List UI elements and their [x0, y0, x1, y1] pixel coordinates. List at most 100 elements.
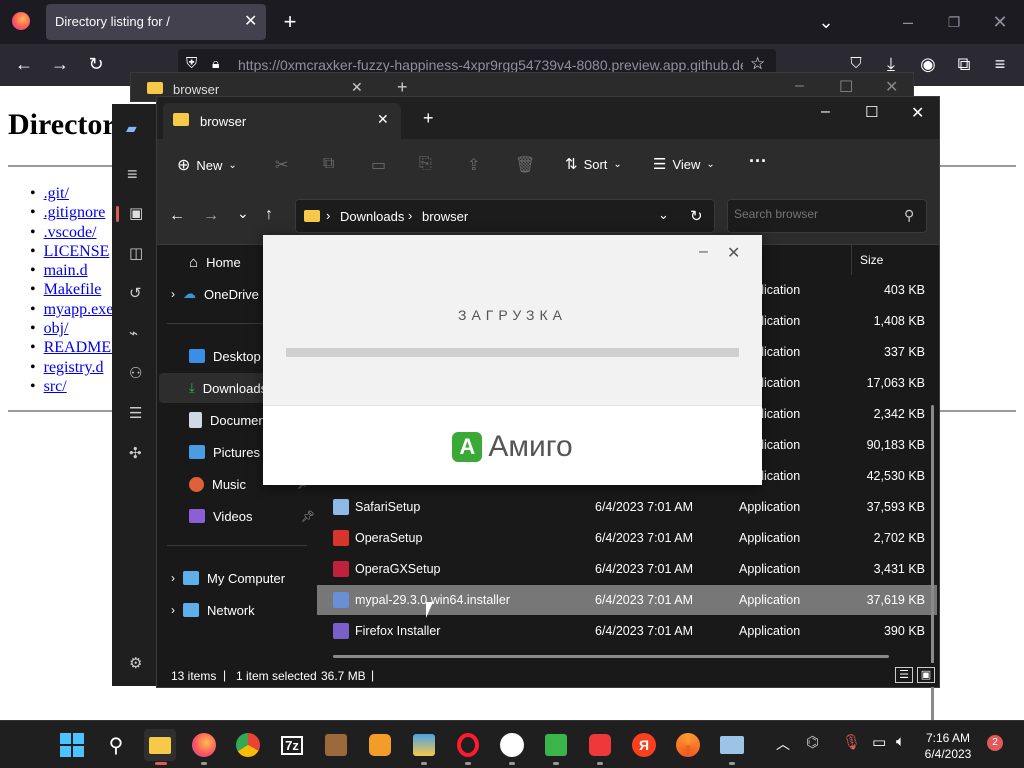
network-icon[interactable]: ▭	[872, 733, 886, 751]
bookmark-star-icon[interactable]: ☆	[750, 54, 765, 74]
volume-icon[interactable]: 🔈︎	[896, 733, 905, 750]
minimize-icon[interactable]: –	[699, 243, 708, 261]
paste-icon[interactable]: ▭	[371, 155, 386, 175]
activity-icon[interactable]: ◫	[129, 244, 143, 262]
yandex-browser-app-icon[interactable]: Я	[628, 729, 660, 761]
nav-item-network[interactable]: › Network	[171, 595, 315, 625]
close-tab-icon[interactable]: ✕	[377, 111, 389, 128]
tray-chevron-up-icon[interactable]: ︿	[776, 734, 790, 754]
breadcrumb-browser[interactable]: browser	[422, 209, 468, 224]
minimize-icon[interactable]: –	[795, 77, 804, 95]
yandex-app-icon[interactable]	[496, 729, 528, 761]
speed-icon[interactable]: ⌁	[129, 324, 138, 342]
maximize-icon[interactable]: ☐	[865, 103, 878, 121]
file-row[interactable]: OperaSetup 6/4/2023 7:01 AM Application 2,7…	[317, 523, 937, 553]
notification-badge[interactable]: 2	[987, 735, 1003, 751]
clock[interactable]: 7:16 AM 6/4/2023	[918, 730, 978, 762]
more-options-icon[interactable]: ···	[749, 151, 767, 172]
reload-icon[interactable]: ↻	[84, 52, 108, 76]
extensions-icon[interactable]: ✣	[129, 444, 142, 462]
rename-icon[interactable]: ⎘	[419, 155, 432, 173]
copy-icon[interactable]: ⧉	[323, 155, 334, 173]
account-icon[interactable]: ◉	[916, 52, 940, 76]
opera-app-icon[interactable]	[452, 729, 484, 761]
file-row[interactable]: Firefox Installer 6/4/2023 7:01 AM Applica…	[317, 616, 937, 646]
details-view-icon[interactable]: ☰	[895, 667, 913, 683]
nav-item-my-computer[interactable]: › My Computer	[171, 563, 315, 593]
forward-arrow-icon[interactable]: →	[203, 207, 219, 225]
forward-arrow-icon[interactable]: →	[48, 52, 72, 76]
extensions-icon[interactable]: ⧉	[952, 52, 976, 76]
directory-link[interactable]: myapp.exe	[44, 301, 114, 318]
directory-link[interactable]: Makefile	[44, 281, 102, 298]
minimize-icon[interactable]: –	[821, 103, 830, 121]
file-explorer-app-icon[interactable]	[144, 729, 176, 761]
maximize-icon[interactable]: ☐	[839, 77, 853, 97]
restore-icon[interactable]: ❐	[942, 10, 966, 34]
up-arrow-icon[interactable]: ↑	[265, 206, 273, 224]
menu-hamburger-icon[interactable]: ≡	[988, 52, 1012, 76]
expand-chevron-icon[interactable]: ›	[171, 571, 175, 585]
lock-icon[interactable]: 🔒︎	[212, 55, 219, 72]
cut-icon[interactable]: ✂	[275, 155, 288, 175]
directory-link[interactable]: LICENSE	[44, 243, 110, 260]
pin-icon[interactable]: 📌︎	[301, 510, 315, 523]
menu-icon[interactable]: ≡	[127, 164, 138, 185]
wifi-off-icon[interactable]: ⌬	[806, 733, 819, 751]
browser-tab[interactable]: Directory listing for / ✕	[46, 4, 266, 40]
directory-link[interactable]: obj/	[44, 320, 69, 337]
address-bar[interactable]: › Downloads › browser ⌄ ↻	[295, 199, 715, 233]
directory-link[interactable]: main.d	[44, 262, 88, 279]
close-window-icon[interactable]: ✕	[911, 103, 924, 123]
close-window-icon[interactable]: ✕	[988, 10, 1012, 34]
back-arrow-icon[interactable]: ←	[12, 52, 36, 76]
close-tab-icon[interactable]: ✕	[351, 79, 363, 96]
browser-app-icon[interactable]	[364, 729, 396, 761]
vivaldi-app-icon[interactable]	[584, 729, 616, 761]
tiles-view-icon[interactable]: ▣	[917, 667, 935, 683]
share-icon[interactable]: ⇪	[467, 155, 480, 175]
list-tabs-chevron-icon[interactable]: ⌄	[814, 10, 838, 34]
start-windows-icon[interactable]	[56, 729, 88, 761]
search-icon[interactable]: ⚲	[100, 729, 132, 761]
firefox-logo-icon[interactable]	[12, 12, 30, 30]
view-button[interactable]: ☰ View ⌄	[653, 155, 715, 173]
microphone-icon[interactable]: 🎙︎	[842, 733, 861, 751]
download-manager-app-icon[interactable]	[540, 729, 572, 761]
expand-chevron-icon[interactable]: ›	[171, 603, 175, 617]
chrome-app-icon[interactable]	[232, 729, 264, 761]
7zip-app-icon[interactable]: 7z	[276, 729, 308, 761]
column-header-size[interactable]: Size	[851, 245, 935, 275]
search-box[interactable]: ⚲	[727, 199, 927, 233]
breadcrumb-downloads[interactable]: Downloads	[340, 209, 404, 224]
file-row[interactable]: mypal-29.3.0.win64.installer 6/4/2023 7:0…	[317, 585, 937, 615]
directory-link[interactable]: .vscode/	[44, 224, 97, 241]
file-row[interactable]: SafariSetup 6/4/2023 7:01 AM Application 37…	[317, 492, 937, 522]
list-icon[interactable]: ☰	[129, 404, 142, 422]
close-icon[interactable]: ✕	[727, 243, 740, 263]
panel-icon[interactable]: ▣	[129, 204, 143, 222]
nav-item-videos[interactable]: Videos 📌︎	[171, 501, 315, 531]
file-row[interactable]: OperaGXSetup 6/4/2023 7:01 AM Application 3…	[317, 554, 937, 584]
photos-icon[interactable]: ▰	[126, 120, 137, 137]
history-icon[interactable]: ↺	[129, 284, 142, 302]
horizontal-scrollbar[interactable]	[333, 655, 889, 658]
expand-chevron-icon[interactable]: ›	[171, 287, 175, 301]
new-tab-icon[interactable]: +	[278, 10, 302, 34]
refresh-icon[interactable]: ↻	[690, 207, 703, 225]
directory-link[interactable]: src/	[44, 378, 67, 395]
edge-app-icon[interactable]	[672, 729, 704, 761]
users-icon[interactable]: ⚇	[129, 364, 142, 382]
minimize-icon[interactable]: –	[896, 10, 920, 34]
directory-link[interactable]: .gitignore	[44, 204, 106, 221]
search-input[interactable]	[734, 207, 894, 221]
explorer-tab[interactable]: browser ✕	[163, 103, 401, 139]
photos-app-icon[interactable]	[716, 729, 748, 761]
close-tab-icon[interactable]: ✕	[244, 11, 257, 31]
delete-icon[interactable]: 🗑︎	[515, 155, 535, 175]
directory-link[interactable]: .git/	[44, 185, 69, 202]
settings-gear-icon[interactable]: ⚙	[129, 654, 142, 672]
archive-app-icon[interactable]	[320, 729, 352, 761]
chevron-down-icon[interactable]: ⌄	[658, 207, 669, 223]
tracking-shield-icon[interactable]: ⛨	[186, 55, 197, 72]
